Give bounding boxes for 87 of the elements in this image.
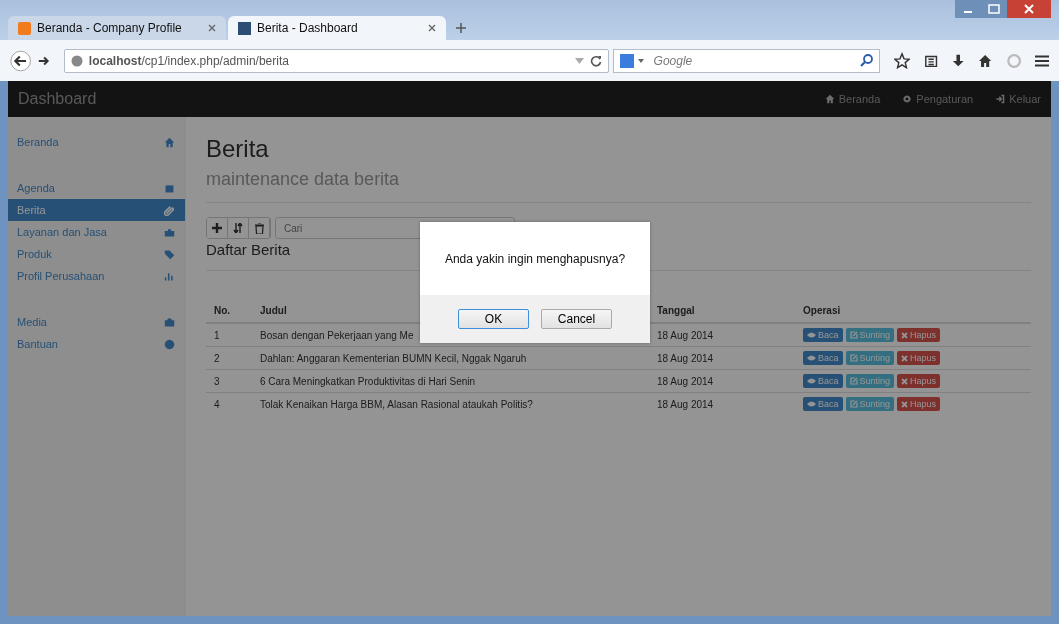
close-icon[interactable] xyxy=(428,24,436,32)
x-icon xyxy=(901,354,909,362)
sort-icon xyxy=(233,223,243,233)
delete-button[interactable]: Hapus xyxy=(897,328,941,342)
edit-icon xyxy=(849,354,858,362)
settings-icon xyxy=(902,94,913,104)
delete-button[interactable]: Hapus xyxy=(897,374,941,388)
list-title: Daftar Berita xyxy=(206,241,292,258)
eye-icon xyxy=(807,378,816,384)
sidebar-item[interactable]: Agenda xyxy=(8,177,185,199)
back-icon[interactable] xyxy=(10,48,32,73)
read-button[interactable]: Baca xyxy=(803,328,843,342)
browser-tab[interactable]: Berita - Dashboard xyxy=(228,16,446,40)
search-icon[interactable] xyxy=(859,54,873,67)
sidebar-item[interactable]: Produk xyxy=(8,243,185,265)
reload-icon[interactable] xyxy=(589,54,602,67)
star-icon[interactable] xyxy=(893,51,910,70)
menu-icon[interactable] xyxy=(1034,53,1049,68)
delete-button[interactable]: Hapus xyxy=(897,397,941,411)
eye-icon xyxy=(807,332,816,338)
bar-chart-icon xyxy=(164,270,175,282)
read-button[interactable]: Baca xyxy=(803,351,843,365)
nav-link[interactable]: Pengaturan xyxy=(902,93,974,105)
dialog-message: Anda yakin ingin menghapusnya? xyxy=(443,250,627,268)
x-icon xyxy=(901,331,909,339)
nav-link[interactable]: Beranda xyxy=(824,93,881,105)
column-header: Operasi xyxy=(795,299,1031,323)
table-cell: 2 xyxy=(206,346,252,370)
edit-icon xyxy=(849,331,858,339)
close-icon[interactable] xyxy=(1007,0,1051,18)
sidebar-item[interactable]: Bantuan xyxy=(8,333,185,355)
table-cell: 18 Aug 2014 xyxy=(649,369,795,393)
column-header: No. xyxy=(206,299,252,323)
read-button[interactable]: Baca xyxy=(803,374,843,388)
table-cell: 6 Cara Meningkatkan Produktivitas di Hari Senin xyxy=(252,369,649,393)
sidebar-item[interactable]: Profil Perusahaan xyxy=(8,265,185,287)
sidebar-item[interactable]: Media xyxy=(8,311,185,333)
page-subtitle: maintenance data berita xyxy=(206,169,401,190)
home-icon[interactable] xyxy=(978,52,993,69)
table-cell: 18 Aug 2014 xyxy=(649,346,795,370)
trash-icon xyxy=(254,222,264,234)
page-title: Berita xyxy=(206,135,270,163)
search-engine-icon[interactable] xyxy=(619,53,634,68)
table-cell: Dahlan: Anggaran Kementerian BUMN Kecil, Nggak Ngaruh xyxy=(252,346,649,370)
edit-button[interactable]: Sunting xyxy=(845,374,895,388)
edit-icon xyxy=(849,377,858,385)
sidebar-item[interactable]: Layanan dan Jasa xyxy=(8,221,185,243)
home-icon xyxy=(164,136,175,148)
download-icon[interactable] xyxy=(951,52,965,69)
dialog-button[interactable]: Cancel xyxy=(541,309,612,329)
brand-title[interactable]: Dashboard xyxy=(18,90,97,108)
table-cell: 4 xyxy=(206,392,252,415)
home-icon xyxy=(824,94,835,104)
delete-button[interactable]: Hapus xyxy=(897,351,941,365)
dropdown-icon[interactable] xyxy=(637,58,644,63)
page-icon xyxy=(238,21,251,35)
paperclip-icon xyxy=(164,204,175,216)
table-cell: 3 xyxy=(206,369,252,393)
app-logo-icon xyxy=(18,21,31,35)
table-cell: 18 Aug 2014 xyxy=(649,392,795,415)
eye-icon xyxy=(807,401,816,407)
edit-button[interactable]: Sunting xyxy=(845,328,895,342)
edit-icon xyxy=(849,400,858,408)
eye-icon xyxy=(807,355,816,361)
nav-link[interactable]: Keluar xyxy=(995,93,1041,105)
logout-icon xyxy=(995,94,1006,104)
plus-icon xyxy=(212,223,222,233)
read-button[interactable]: Baca xyxy=(803,397,843,411)
tag-icon xyxy=(164,248,175,260)
search-field[interactable]: Google xyxy=(612,48,880,73)
table-cell: 1 xyxy=(206,323,252,347)
sidebar-item[interactable]: Berita xyxy=(8,199,185,221)
x-icon xyxy=(901,400,909,408)
address-bar[interactable]: localhost/cp1/index.php/admin/berita xyxy=(63,48,609,73)
browser-tab[interactable]: Beranda - Company Profile xyxy=(8,16,226,40)
briefcase-icon xyxy=(164,226,175,238)
sidebar-item[interactable]: Beranda xyxy=(8,131,185,153)
edit-button[interactable]: Sunting xyxy=(845,351,895,365)
new-tab-icon[interactable] xyxy=(456,23,466,33)
add-button[interactable] xyxy=(207,218,228,238)
maximize-icon[interactable] xyxy=(981,0,1007,18)
minimize-icon[interactable] xyxy=(955,0,981,18)
x-icon xyxy=(901,377,909,385)
dialog-button[interactable]: OK xyxy=(458,309,529,329)
close-icon[interactable] xyxy=(208,24,216,32)
edit-button[interactable]: Sunting xyxy=(845,397,895,411)
table-cell: Tolak Kenaikan Harga BBM, Alasan Rasional ataukah Politis? xyxy=(252,392,649,415)
